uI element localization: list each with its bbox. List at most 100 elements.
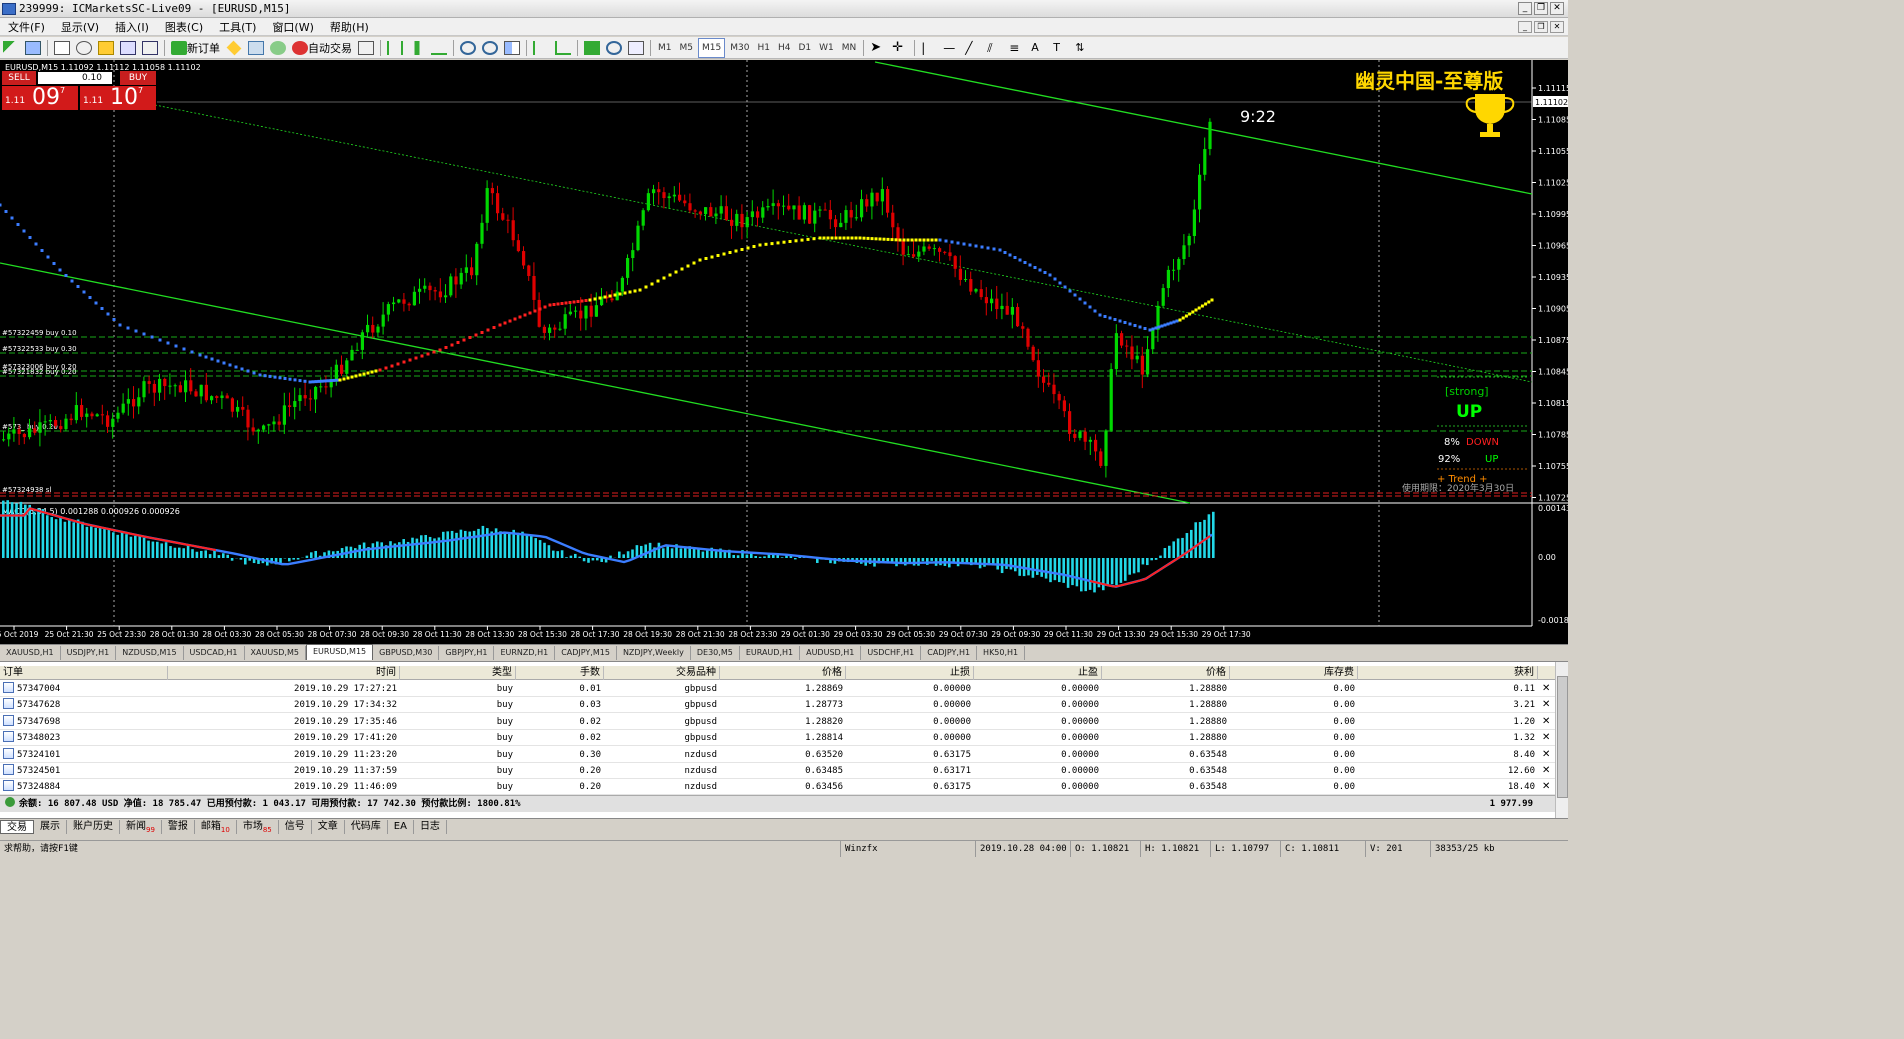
timeframe-mn[interactable]: MN: [839, 38, 860, 58]
symbol-tab[interactable]: NZDJPY,Weekly: [617, 646, 691, 660]
zoom-in-button[interactable]: [458, 38, 478, 58]
terminal-scrollbar[interactable]: [1555, 662, 1568, 819]
templates-button[interactable]: [626, 38, 646, 58]
indicators-button[interactable]: [582, 38, 602, 58]
symbol-tab[interactable]: DE30,M5: [691, 646, 740, 660]
terminal-tab[interactable]: 交易: [0, 819, 34, 834]
sell-button[interactable]: SELL: [2, 71, 36, 85]
restore-button[interactable]: ❐: [1534, 2, 1548, 15]
timeframe-h1[interactable]: H1: [754, 38, 773, 58]
close-order-icon[interactable]: ✕: [1542, 730, 1550, 746]
terminal-tab[interactable]: 文章: [312, 819, 345, 834]
table-row[interactable]: 57347004 2019.10.29 17:27:21 buy 0.01 gbpusd…: [0, 681, 1555, 697]
lot-size-input[interactable]: 0.10: [38, 72, 112, 84]
signals-button[interactable]: [268, 38, 288, 58]
symbol-tab[interactable]: XAUUSD,M5: [245, 646, 306, 660]
column-header[interactable]: 获利: [1358, 666, 1538, 680]
symbol-tab[interactable]: CADJPY,M15: [555, 646, 617, 660]
close-order-icon[interactable]: ✕: [1542, 763, 1550, 779]
timeframe-w1[interactable]: W1: [816, 38, 837, 58]
buy-button[interactable]: BUY: [120, 71, 156, 85]
timeframe-m15[interactable]: M15: [698, 37, 726, 58]
zoom-out-button[interactable]: [480, 38, 500, 58]
new-chart-button[interactable]: [1, 38, 21, 58]
timeframe-d1[interactable]: D1: [795, 38, 814, 58]
terminal-tab[interactable]: 代码库: [345, 819, 388, 834]
cursor-button[interactable]: ➤: [868, 38, 888, 58]
column-header[interactable]: 止损: [846, 666, 974, 680]
symbol-tab[interactable]: EURNZD,H1: [494, 646, 556, 660]
close-order-icon[interactable]: ✕: [1542, 747, 1550, 763]
column-header[interactable]: 订单: [0, 666, 168, 680]
vertical-line-button[interactable]: |: [919, 38, 939, 58]
terminal-tab[interactable]: 信号: [279, 819, 312, 834]
menu-tools[interactable]: 工具(T): [211, 19, 264, 35]
line-chart-button[interactable]: [429, 38, 449, 58]
column-header[interactable]: 类型: [400, 666, 516, 680]
trendline-button[interactable]: ╱: [963, 38, 983, 58]
market-watch-button[interactable]: [52, 38, 72, 58]
table-row[interactable]: 57348023 2019.10.29 17:41:20 buy 0.02 gbpusd…: [0, 730, 1555, 747]
library-button[interactable]: [246, 38, 266, 58]
table-row[interactable]: 57347698 2019.10.29 17:35:46 buy 0.02 gbpusd…: [0, 714, 1555, 730]
mdi-minimize-button[interactable]: _: [1518, 21, 1532, 33]
scrollbar-thumb[interactable]: [1557, 676, 1568, 798]
auto-scroll-button[interactable]: [531, 38, 551, 58]
menu-insert[interactable]: 插入(I): [107, 19, 157, 35]
timeframe-m1[interactable]: M1: [655, 38, 675, 58]
symbol-tab[interactable]: CADJPY,H1: [921, 646, 978, 660]
mdi-close-button[interactable]: ✕: [1550, 21, 1564, 33]
terminal-button[interactable]: [118, 38, 138, 58]
terminal-tab[interactable]: 警报: [162, 819, 195, 834]
terminal-tab[interactable]: 展示: [34, 819, 67, 834]
menu-help[interactable]: 帮助(H): [322, 19, 377, 35]
meta-editor-button[interactable]: [224, 38, 244, 58]
chart-lines-button[interactable]: [356, 38, 376, 58]
terminal-tab[interactable]: 邮箱10: [195, 819, 237, 834]
sell-price-box[interactable]: 1.11 09 7: [2, 86, 78, 110]
table-row[interactable]: 57324101 2019.10.29 11:23:20 buy 0.30 nzdusd…: [0, 747, 1555, 763]
symbol-tab[interactable]: HK50,H1: [977, 646, 1026, 660]
bar-chart-button[interactable]: [385, 38, 405, 58]
symbol-tab[interactable]: GBPJPY,H1: [439, 646, 495, 660]
column-header[interactable]: 时间: [168, 666, 400, 680]
symbol-tab[interactable]: EURUSD,M15: [305, 644, 374, 660]
menu-charts[interactable]: 图表(C): [157, 19, 211, 35]
column-header[interactable]: 手数: [516, 666, 604, 680]
auto-trade-button[interactable]: 自动交易: [290, 38, 354, 58]
profiles-button[interactable]: [23, 38, 43, 58]
symbol-tab[interactable]: XAUUSD,H1: [0, 646, 61, 660]
arrows-button[interactable]: ⇅: [1073, 38, 1093, 58]
text-button[interactable]: A: [1029, 38, 1049, 58]
minimize-button[interactable]: _: [1518, 2, 1532, 15]
periods-button[interactable]: [604, 38, 624, 58]
close-order-icon[interactable]: ✕: [1542, 779, 1550, 795]
crosshair-button[interactable]: ✛: [890, 38, 910, 58]
close-order-icon[interactable]: ✕: [1542, 714, 1550, 730]
tile-windows-button[interactable]: [502, 38, 522, 58]
column-header[interactable]: 止盈: [974, 666, 1102, 680]
tester-button[interactable]: [140, 38, 160, 58]
symbol-tab[interactable]: USDJPY,H1: [61, 646, 117, 660]
menu-file[interactable]: 文件(F): [0, 19, 53, 35]
fibonacci-button[interactable]: ≡: [1007, 38, 1027, 58]
timeframe-h4[interactable]: H4: [775, 38, 794, 58]
navigator-button[interactable]: [96, 38, 116, 58]
horizontal-line-button[interactable]: —: [941, 38, 961, 58]
terminal-tab[interactable]: 市场85: [237, 819, 279, 834]
price-chart[interactable]: 1.11115 1.11085 1.11055 1.11025 1.10995 1.109…: [0, 60, 1568, 644]
table-row[interactable]: 57324884 2019.10.29 11:46:09 buy 0.20 nzdusd…: [0, 779, 1555, 796]
column-header[interactable]: 价格: [1102, 666, 1230, 680]
new-order-button[interactable]: 新订单: [169, 38, 222, 58]
terminal-tab[interactable]: 新闻99: [120, 819, 162, 834]
data-window-button[interactable]: [74, 38, 94, 58]
close-button[interactable]: ✕: [1550, 2, 1564, 15]
column-header[interactable]: 交易品种: [604, 666, 720, 680]
close-order-icon[interactable]: ✕: [1542, 697, 1550, 713]
buy-price-box[interactable]: 1.11 10 7: [80, 86, 156, 110]
table-row[interactable]: 57324501 2019.10.29 11:37:59 buy 0.20 nzdusd…: [0, 763, 1555, 779]
symbol-tab[interactable]: AUDUSD,H1: [800, 646, 862, 660]
terminal-tab[interactable]: 日志: [414, 819, 447, 834]
mdi-restore-button[interactable]: ❐: [1534, 21, 1548, 33]
chart-window[interactable]: 1.11115 1.11085 1.11055 1.11025 1.10995 1.109…: [0, 60, 1568, 644]
